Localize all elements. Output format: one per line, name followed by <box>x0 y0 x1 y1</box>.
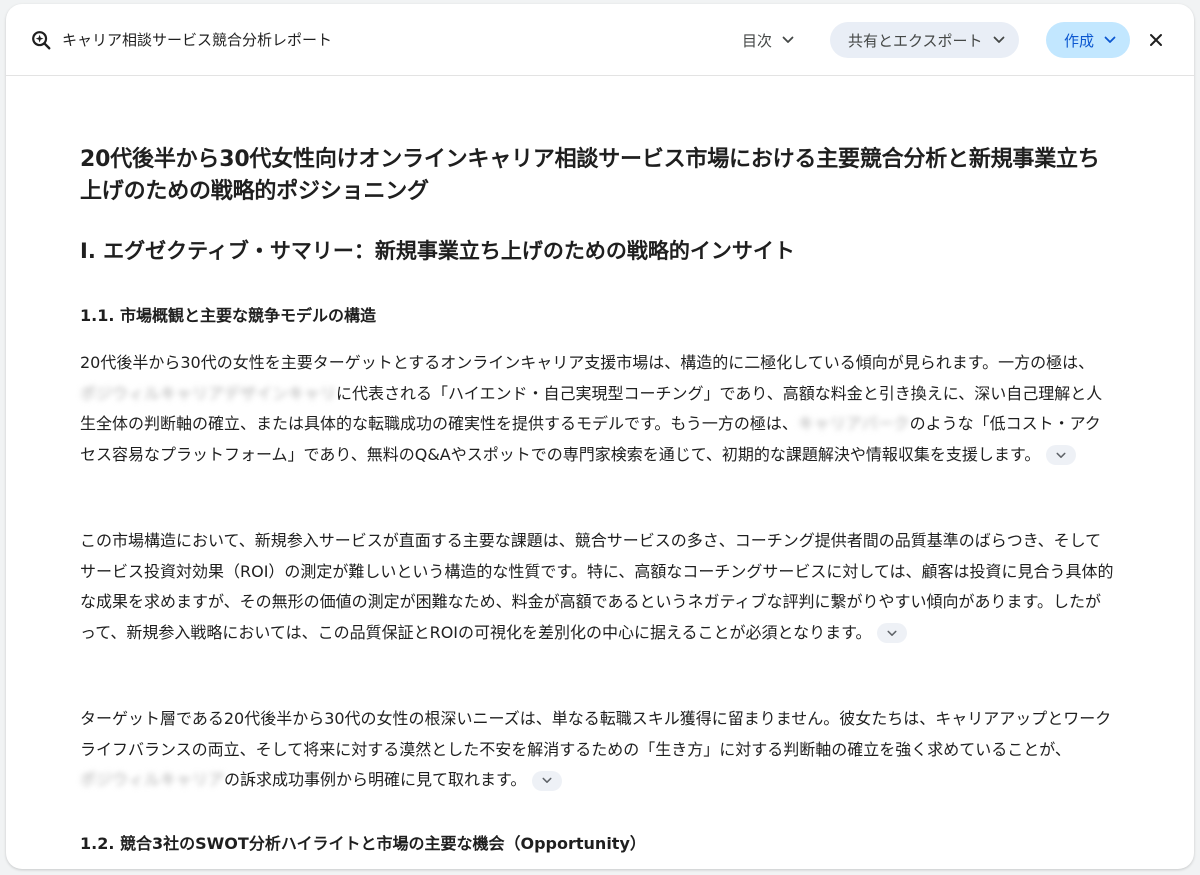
redacted-text: ポジウィルキャリア <box>80 770 225 789</box>
expand-sources-button[interactable] <box>532 770 563 791</box>
paragraph-3-text-a: ターゲット層である20代後半から30代の女性の根深いニーズは、単なる転職スキル獲… <box>80 709 1112 759</box>
close-icon <box>1150 34 1162 46</box>
chevron-down-icon <box>782 36 794 43</box>
redacted-text: ポジウィルキャリアデザインキャリ <box>80 383 337 403</box>
close-button[interactable] <box>1142 26 1170 54</box>
chevron-down-icon <box>542 777 552 783</box>
share-export-button[interactable]: 共有とエクスポート <box>830 22 1019 58</box>
subsection-heading-1-1: 1.1. 市場概観と主要な競争モデルの構造 <box>80 306 376 325</box>
report-window: キャリア相談サービス競合分析レポート 目次 共有とエクスポート 作成 20代後半… <box>6 4 1194 869</box>
section-heading-1: I. エグゼクティブ・サマリー：新規事業立ち上げのための戦略的インサイト <box>80 239 795 263</box>
paragraph-3: ターゲット層である20代後半から30代の女性の根深いニーズは、単なる転職スキル獲… <box>80 704 1116 796</box>
chevron-down-icon <box>1056 452 1066 458</box>
toc-button[interactable]: 目次 <box>728 22 808 58</box>
deep-research-icon <box>32 31 51 50</box>
paragraph-2: この市場構造において、新規参入サービスが直面する主要な課題は、競合サービスの多さ… <box>80 526 1116 648</box>
document-title: 20代後半から30代女性向けオンラインキャリア相談サービス市場における主要競合分… <box>80 147 1100 204</box>
paragraph-3-text-b: の訴求成功事例から明確に見て取れます。 <box>224 770 527 789</box>
chevron-down-icon <box>1104 36 1116 43</box>
document-title-header: キャリア相談サービス競合分析レポート <box>62 31 333 49</box>
expand-sources-button[interactable] <box>1046 445 1077 465</box>
expand-sources-button[interactable] <box>877 623 908 643</box>
chevron-down-icon <box>993 36 1004 43</box>
chevron-down-icon <box>887 630 897 636</box>
redacted-text: キャリアパーク <box>797 414 910 433</box>
toc-label: 目次 <box>742 31 773 50</box>
paragraph-1: 20代後半から30代の女性を主要ターゲットとするオンラインキャリア支援市場は、構… <box>80 348 1116 470</box>
subsection-heading-1-2: 1.2. 競合3社のSWOT分析ハイライトと市場の主要な機会（Opportuni… <box>80 834 646 853</box>
share-label: 共有とエクスポート <box>848 31 983 50</box>
report-header: キャリア相談サービス競合分析レポート 目次 共有とエクスポート 作成 <box>6 4 1194 76</box>
create-button[interactable]: 作成 <box>1046 22 1131 58</box>
paragraph-2-text: この市場構造において、新規参入サービスが直面する主要な課題は、競合サービスの多さ… <box>80 531 1114 642</box>
paragraph-1-text-a: 20代後半から30代の女性を主要ターゲットとするオンラインキャリア支援市場は、構… <box>80 353 1095 372</box>
create-label: 作成 <box>1064 31 1095 50</box>
